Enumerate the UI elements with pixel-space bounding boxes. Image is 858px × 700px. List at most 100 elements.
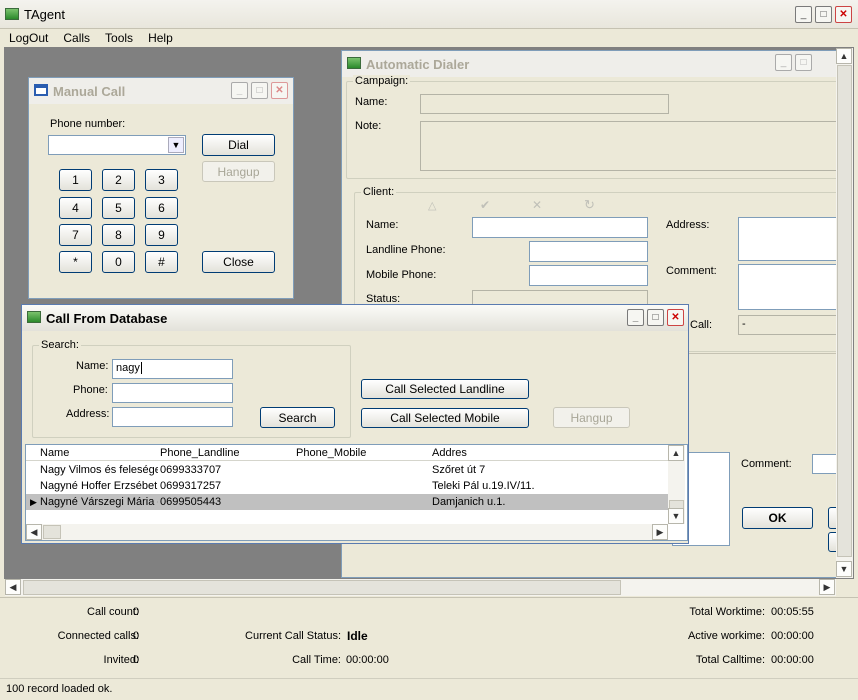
ok-button[interactable]: OK bbox=[742, 507, 813, 529]
table-row[interactable]: Nagyné Hoffer Erzsébet és0699317257 Telek… bbox=[26, 478, 668, 494]
campaign-note-label: Note: bbox=[355, 120, 382, 132]
keypad-7-button[interactable]: 7 bbox=[59, 224, 92, 246]
keypad-8-button[interactable]: 8 bbox=[102, 224, 135, 246]
col-name[interactable]: Name bbox=[40, 447, 69, 459]
col-landline[interactable]: Phone_Landline bbox=[160, 447, 240, 459]
menu-tools[interactable]: Tools bbox=[96, 31, 139, 45]
cell-landline: 0699317257 bbox=[160, 480, 222, 492]
comment2-label: Comment: bbox=[741, 458, 792, 470]
db-address-field[interactable] bbox=[112, 407, 233, 427]
close-button[interactable]: ✕ bbox=[835, 6, 852, 23]
grid-horizontal-scrollbar[interactable]: ◀ ▶ bbox=[26, 524, 668, 540]
main-scroll-left-icon[interactable]: ◀ bbox=[5, 579, 21, 595]
status-bar: 100 record loaded ok. bbox=[0, 678, 858, 700]
manual-close-button[interactable]: ✕ bbox=[271, 82, 288, 99]
scroll-thumb[interactable] bbox=[837, 65, 852, 557]
menu-logout[interactable]: LogOut bbox=[0, 31, 54, 45]
keypad-3-button[interactable]: 3 bbox=[145, 169, 178, 191]
grid-hscroll-thumb[interactable] bbox=[43, 525, 61, 539]
cell-landline: 0699333707 bbox=[160, 464, 222, 476]
table-row[interactable]: ▶Nagyné Várszegi Mária ész0699505443 Damj… bbox=[26, 494, 668, 510]
text-cursor bbox=[140, 362, 142, 374]
cell-landline: 0699505443 bbox=[160, 496, 222, 508]
keypad-star-button[interactable]: * bbox=[59, 251, 92, 273]
dial-button[interactable]: Dial bbox=[202, 134, 275, 156]
app-title-bar: TAgent _ □ ✕ bbox=[0, 0, 858, 29]
keypad-4-button[interactable]: 4 bbox=[59, 197, 92, 219]
chevron-down-icon[interactable]: ▼ bbox=[168, 137, 184, 153]
keypad-0-button[interactable]: 0 bbox=[102, 251, 135, 273]
menu-calls[interactable]: Calls bbox=[54, 31, 96, 45]
comment2-field[interactable] bbox=[812, 454, 836, 474]
menu-help[interactable]: Help bbox=[139, 31, 179, 45]
db-maximize-button[interactable]: □ bbox=[647, 309, 664, 326]
check-icon: ✔ bbox=[480, 198, 491, 212]
main-horizontal-scrollbar[interactable]: ◀ ▶ bbox=[5, 579, 836, 596]
main-hscroll-thumb[interactable] bbox=[23, 580, 621, 595]
db-title-bar: Call From Database _ □ ✕ bbox=[22, 305, 688, 331]
keypad-5-button[interactable]: 5 bbox=[102, 197, 135, 219]
window-icon bbox=[34, 84, 48, 96]
close-button-manual[interactable]: Close bbox=[202, 251, 275, 273]
comment-label: Comment: bbox=[666, 265, 717, 277]
table-row[interactable]: Nagy Vilmos és felesége 0699333707 Szőret … bbox=[26, 462, 668, 478]
grid-vertical-scrollbar[interactable]: ▲ ▼ bbox=[668, 445, 685, 524]
call-status-label: Current Call Status: bbox=[245, 630, 341, 642]
client-name-field[interactable] bbox=[472, 217, 648, 238]
call-mobile-button[interactable]: Call Selected Mobile bbox=[361, 408, 529, 428]
maximize-button[interactable]: □ bbox=[815, 6, 832, 23]
campaign-label: Campaign: bbox=[353, 75, 411, 87]
db-close-button[interactable]: ✕ bbox=[667, 309, 684, 326]
landline-field[interactable] bbox=[529, 241, 648, 262]
manual-call-title: Manual Call bbox=[53, 83, 126, 99]
keypad-hash-button[interactable]: # bbox=[145, 251, 178, 273]
db-minimize-button[interactable]: _ bbox=[627, 309, 644, 326]
active-worktime-value: 00:00:00 bbox=[771, 630, 814, 642]
results-grid[interactable]: Name Phone_Landline Phone_Mobile Addres … bbox=[25, 444, 688, 541]
dialer-minimize-button[interactable]: _ bbox=[775, 54, 792, 71]
call-time-value: 00:00:00 bbox=[346, 654, 389, 666]
col-address[interactable]: Addres bbox=[432, 447, 467, 459]
dialer-vertical-scrollbar[interactable]: ▲ ▼ bbox=[836, 48, 853, 578]
search-button[interactable]: Search bbox=[260, 407, 335, 428]
grid-scroll-left-icon[interactable]: ◀ bbox=[26, 524, 42, 540]
client-label: Client: bbox=[361, 186, 397, 198]
total-worktime-label: Total Worktime: bbox=[689, 606, 765, 618]
comment-field[interactable] bbox=[738, 264, 836, 310]
minimize-button[interactable]: _ bbox=[795, 6, 812, 23]
call-label: Call: bbox=[690, 319, 713, 331]
db-name-label: Name: bbox=[76, 360, 109, 372]
campaign-name-field bbox=[420, 94, 669, 114]
col-mobile[interactable]: Phone_Mobile bbox=[296, 447, 366, 459]
scroll-up-icon[interactable]: ▲ bbox=[836, 48, 852, 64]
db-name-value: nagy bbox=[116, 362, 140, 374]
main-scroll-right-icon[interactable]: ▶ bbox=[819, 579, 835, 595]
mobile-field[interactable] bbox=[529, 265, 648, 286]
db-phone-field[interactable] bbox=[112, 383, 233, 403]
status-bar-text: 100 record loaded ok. bbox=[6, 683, 113, 695]
address-field[interactable] bbox=[738, 217, 836, 261]
refresh-icon: ↻ bbox=[584, 197, 595, 212]
grid-scroll-up-icon[interactable]: ▲ bbox=[668, 445, 684, 461]
app-title: TAgent bbox=[24, 6, 65, 22]
keypad-9-button[interactable]: 9 bbox=[145, 224, 178, 246]
scroll-down-icon[interactable]: ▼ bbox=[836, 561, 852, 577]
connected-value: 0 bbox=[133, 630, 140, 642]
db-name-field[interactable]: nagy bbox=[112, 359, 233, 379]
grid-scroll-right-icon[interactable]: ▶ bbox=[652, 524, 668, 540]
keypad-6-button[interactable]: 6 bbox=[145, 197, 178, 219]
keypad-2-button[interactable]: 2 bbox=[102, 169, 135, 191]
call-field: - bbox=[738, 315, 836, 335]
active-worktime-label: Active workime: bbox=[687, 630, 765, 642]
db-title: Call From Database bbox=[46, 310, 168, 326]
manual-maximize-button[interactable]: □ bbox=[251, 82, 268, 99]
grid-scroll-down-icon[interactable]: ▼ bbox=[668, 508, 684, 524]
manual-minimize-button[interactable]: _ bbox=[231, 82, 248, 99]
call-landline-button[interactable]: Call Selected Landline bbox=[361, 379, 529, 399]
cell-name: Nagy Vilmos és felesége bbox=[40, 464, 158, 476]
phone-number-select[interactable]: ▼ bbox=[48, 135, 186, 155]
address-label: Address: bbox=[666, 219, 710, 231]
keypad-1-button[interactable]: 1 bbox=[59, 169, 92, 191]
grid-header: Name Phone_Landline Phone_Mobile Addres bbox=[26, 445, 668, 461]
dialer-maximize-button[interactable]: □ bbox=[795, 54, 812, 71]
